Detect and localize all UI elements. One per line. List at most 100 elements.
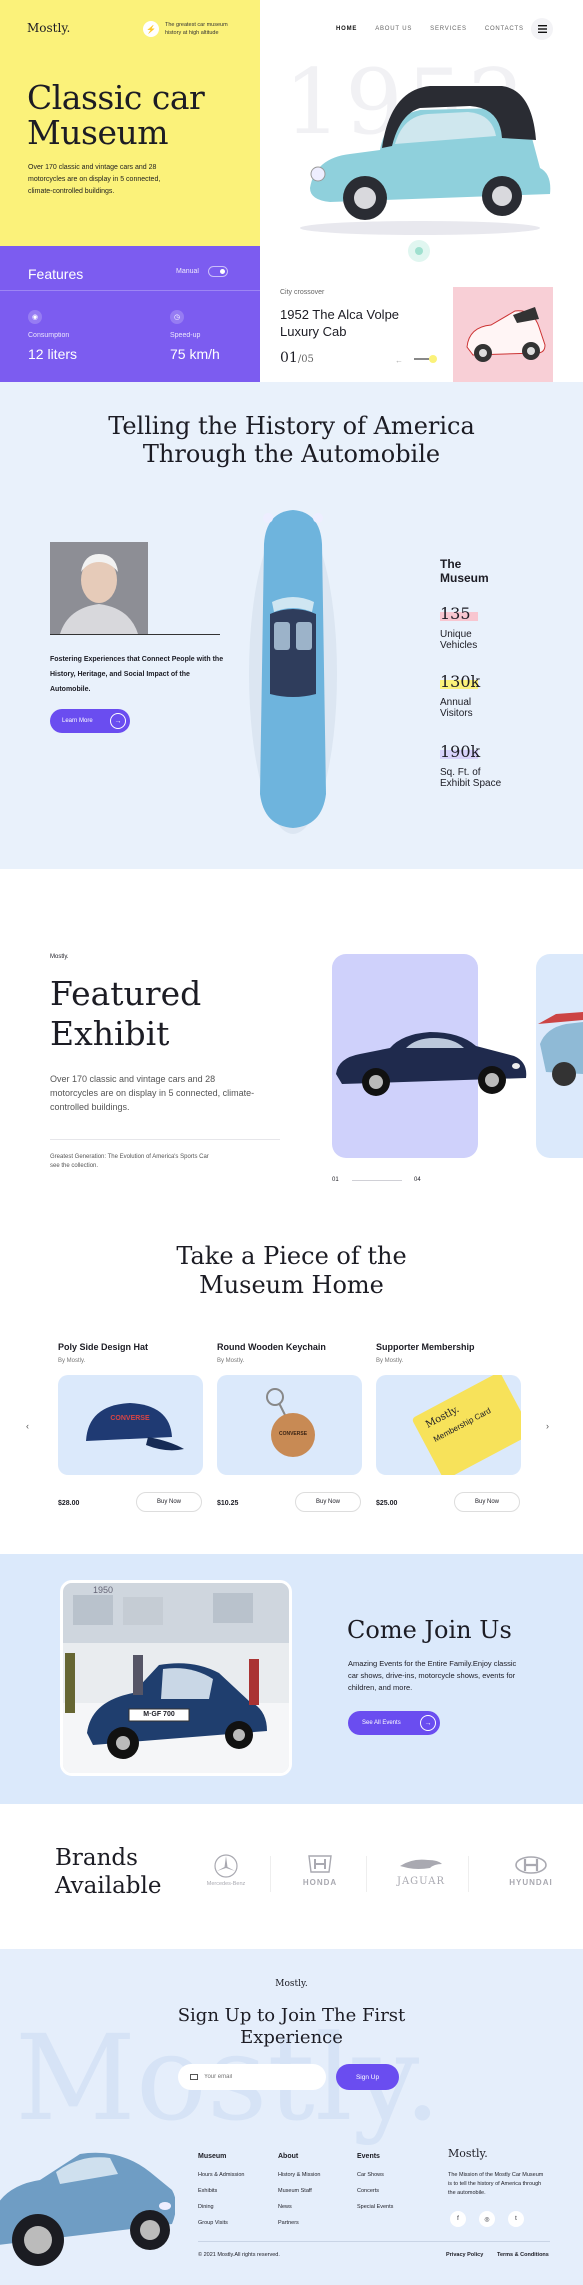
product-card-keychain[interactable]: Round Wooden Keychain By Mostly. CONVERS… — [217, 1342, 364, 1512]
nav-about[interactable]: ABOUT US — [375, 26, 412, 32]
brand-logo-hyundai[interactable]: HYUNDAI — [496, 1856, 566, 1887]
stat-label-line2: Visitors — [440, 708, 473, 719]
footer-brand[interactable]: Mostly. — [448, 2147, 488, 2160]
speed-value: 75 km/h — [170, 346, 220, 362]
shop-title-line1: Take a Piece of the — [176, 1242, 407, 1270]
footer-link[interactable]: Group Visits — [198, 2215, 244, 2231]
brands-title-line1: Brands — [55, 1845, 138, 1871]
main-nav: HOME ABOUT US SERVICES CONTACTS — [336, 26, 524, 32]
sign-up-button[interactable]: Sign Up — [336, 2064, 399, 2090]
shop-title-line2: Museum Home — [199, 1271, 384, 1299]
footer-link[interactable]: Special Events — [357, 2199, 393, 2215]
product-by: By Mostly. — [217, 1358, 245, 1364]
learn-more-label: Learn More — [62, 718, 93, 724]
twitter-icon[interactable]: t — [508, 2211, 524, 2227]
shop-next-icon[interactable]: › — [546, 1421, 549, 1431]
elder-portrait — [50, 542, 148, 634]
product-name: Supporter Membership — [376, 1342, 475, 1352]
product-name: Poly Side Design Hat — [58, 1342, 149, 1352]
features-panel: Features Manual ◉ Consumption 12 liters … — [0, 246, 260, 382]
learn-more-button[interactable]: Learn More → — [50, 709, 130, 733]
exhibit-description: Over 170 classic and vintage cars and 28… — [50, 1074, 255, 1112]
see-all-events-button[interactable]: See All Events → — [348, 1711, 440, 1735]
hero-center-dot[interactable] — [408, 240, 430, 262]
terms-link[interactable]: Terms & Conditions — [497, 2252, 549, 2258]
footer-link[interactable]: History & Mission — [278, 2167, 320, 2183]
banner-year: 1950 — [93, 1585, 114, 1595]
keychain-print: CONVERSE — [278, 1431, 308, 1437]
email-field[interactable] — [178, 2064, 326, 2090]
logo[interactable]: Mostly. — [27, 21, 70, 35]
exhibit-car-image — [330, 1024, 530, 1104]
museum-label: The Museum — [440, 557, 489, 585]
signup-title-line1: Sign Up to Join The First — [177, 2005, 406, 2026]
history-section: Telling the History of America Through t… — [0, 382, 583, 869]
brand-logo-mercedes[interactable]: Mercedes-Benz — [196, 1854, 256, 1887]
nav-services[interactable]: SERVICES — [430, 26, 467, 32]
brand-divider — [366, 1856, 367, 1892]
next-car-thumbnail[interactable] — [453, 287, 553, 382]
next-arrow-icon[interactable] — [414, 352, 438, 366]
buy-now-button[interactable]: Buy Now — [295, 1492, 361, 1512]
footer-link[interactable]: Partners — [278, 2215, 320, 2231]
museum-label-line1: The — [440, 557, 462, 571]
product-image-keychain: CONVERSE — [217, 1375, 362, 1475]
hamburger-icon[interactable] — [531, 18, 553, 40]
history-title-line2: Through the Automobile — [142, 440, 441, 468]
history-title-line1: Telling the History of America — [108, 412, 475, 440]
buy-now-button[interactable]: Buy Now — [136, 1492, 202, 1512]
footer-link[interactable]: News — [278, 2199, 320, 2215]
hero-title-line2: Museum — [27, 113, 169, 152]
shop-prev-icon[interactable]: ‹ — [26, 1421, 29, 1431]
instagram-icon[interactable]: ◎ — [479, 2211, 495, 2227]
slide-total: /05 — [297, 354, 314, 365]
buy-now-button[interactable]: Buy Now — [454, 1492, 520, 1512]
privacy-link[interactable]: Privacy Policy — [446, 2252, 483, 2258]
consumption-value: 12 liters — [28, 346, 78, 362]
brand-logo-honda[interactable]: HONDA — [290, 1854, 350, 1887]
shop-title: Take a Piece of the Museum Home — [0, 1242, 583, 1300]
footer-column-events: Events Car Shows Concerts Special Events — [357, 2149, 393, 2215]
product-card-membership[interactable]: Supporter Membership By Mostly. Mostly. … — [376, 1342, 523, 1512]
toggle-knob — [220, 269, 225, 274]
email-input[interactable] — [204, 2074, 314, 2080]
car-category: City crossover — [280, 289, 325, 296]
consumption-label: Consumption — [28, 332, 70, 339]
join-section: 1950 M·GF 700 Come Join Us Amazing Event… — [0, 1554, 583, 1804]
footer-column-title: Museum — [198, 2153, 227, 2160]
nav-home[interactable]: HOME — [336, 26, 357, 32]
slide-current: 01 — [280, 350, 298, 366]
exhibit-progress-bar[interactable] — [352, 1180, 402, 1181]
mercedes-icon — [214, 1854, 238, 1878]
brand-name: Mercedes-Benz — [206, 1881, 246, 1887]
fuel-icon: ◉ — [28, 310, 42, 324]
car-name: 1952 The Alca Volpe Luxury Cab — [280, 306, 399, 340]
nav-contacts[interactable]: CONTACTS — [485, 26, 524, 32]
features-title: Features — [28, 266, 84, 282]
stat-value: 130k — [440, 672, 481, 691]
exhibit-brand: Mostly. — [50, 954, 69, 960]
history-description: Fostering Experiences that Connect Peopl… — [50, 656, 224, 693]
museum-label-line2: Museum — [440, 571, 489, 585]
brands-section: Brands Available Mercedes-Benz HONDA JAG… — [0, 1804, 583, 1949]
join-description: Amazing Events for the Entire Family.Enj… — [348, 1659, 517, 1692]
exhibit-card-secondary[interactable] — [536, 954, 583, 1158]
footer-link[interactable]: Museum Staff — [278, 2183, 320, 2199]
footer-link[interactable]: Exhibits — [198, 2183, 244, 2199]
footer-link[interactable]: Car Shows — [357, 2167, 393, 2183]
footer-link[interactable]: Hours & Admission — [198, 2167, 244, 2183]
footer-link[interactable]: Dining — [198, 2199, 244, 2215]
prev-arrow-icon[interactable]: ← — [395, 356, 403, 365]
exhibit-title-line2: Exhibit — [50, 1014, 170, 1053]
product-card-hat[interactable]: Poly Side Design Hat By Mostly. CONVERSE… — [58, 1342, 205, 1512]
arrow-right-icon: → — [110, 713, 126, 729]
manual-toggle[interactable] — [208, 266, 228, 277]
footer-link[interactable]: Concerts — [357, 2183, 393, 2199]
exhibit-title-line1: Featured — [50, 974, 202, 1013]
portrait-underline — [50, 634, 220, 635]
exhibit-note: Greatest Generation: The Evolution of Am… — [50, 1154, 209, 1169]
brand-logo-jaguar[interactable]: JAGUAR — [386, 1856, 456, 1887]
stat-value: 135 — [440, 604, 471, 623]
facebook-icon[interactable]: f — [450, 2211, 466, 2227]
stat-label-line1: Unique — [440, 629, 472, 640]
